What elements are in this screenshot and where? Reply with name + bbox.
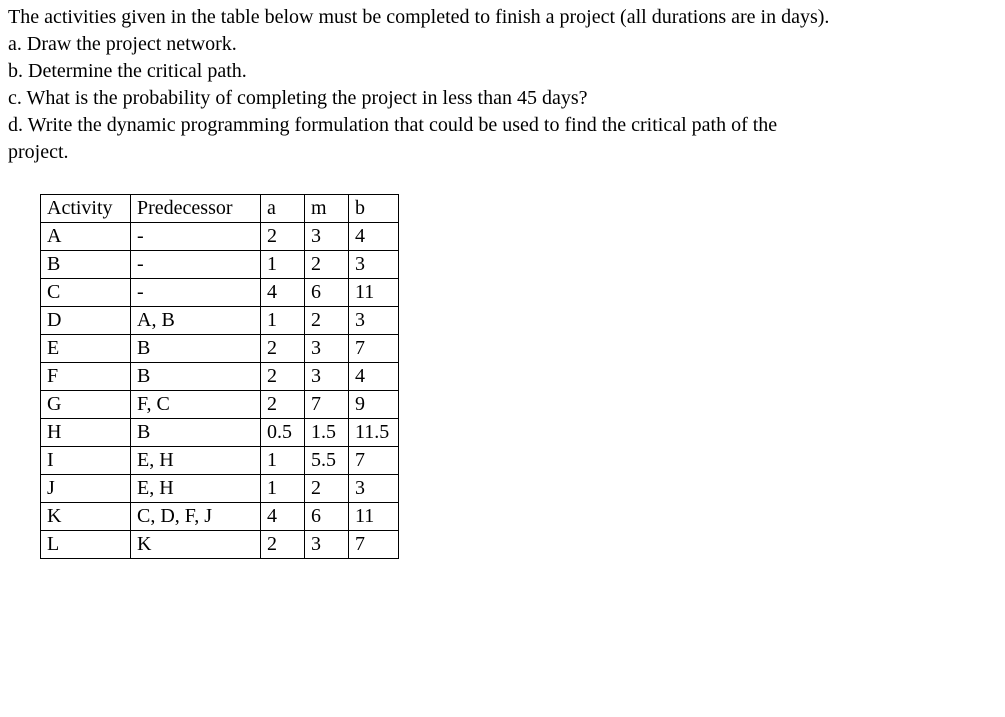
activities-table: Activity Predecessor a m b A - 2 3 4 B -… — [40, 194, 399, 559]
cell-activity: D — [41, 307, 131, 335]
cell-m: 1.5 — [305, 419, 349, 447]
cell-a: 1 — [261, 475, 305, 503]
cell-b: 7 — [349, 447, 399, 475]
cell-activity: J — [41, 475, 131, 503]
cell-predecessor: B — [131, 363, 261, 391]
table-row: D A, B 1 2 3 — [41, 307, 399, 335]
intro-line: b. Determine the critical path. — [8, 58, 997, 85]
problem-statement: The activities given in the table below … — [8, 4, 997, 166]
cell-predecessor: K — [131, 531, 261, 559]
cell-predecessor: - — [131, 251, 261, 279]
intro-line: d. Write the dynamic programming formula… — [8, 112, 997, 139]
cell-a: 2 — [261, 223, 305, 251]
cell-predecessor: B — [131, 335, 261, 363]
cell-a: 2 — [261, 335, 305, 363]
cell-b: 11 — [349, 503, 399, 531]
cell-activity: L — [41, 531, 131, 559]
cell-predecessor: B — [131, 419, 261, 447]
cell-b: 11.5 — [349, 419, 399, 447]
cell-b: 3 — [349, 475, 399, 503]
cell-b: 4 — [349, 363, 399, 391]
cell-m: 6 — [305, 279, 349, 307]
table-row: E B 2 3 7 — [41, 335, 399, 363]
cell-a: 2 — [261, 363, 305, 391]
intro-line: The activities given in the table below … — [8, 4, 997, 31]
cell-predecessor: E, H — [131, 475, 261, 503]
cell-b: 3 — [349, 251, 399, 279]
cell-activity: C — [41, 279, 131, 307]
cell-m: 3 — [305, 223, 349, 251]
cell-b: 9 — [349, 391, 399, 419]
cell-a: 1 — [261, 447, 305, 475]
cell-activity: G — [41, 391, 131, 419]
cell-m: 2 — [305, 475, 349, 503]
cell-activity: K — [41, 503, 131, 531]
intro-line: project. — [8, 139, 997, 166]
cell-activity: B — [41, 251, 131, 279]
cell-a: 4 — [261, 503, 305, 531]
cell-a: 1 — [261, 307, 305, 335]
cell-b: 7 — [349, 335, 399, 363]
cell-predecessor: E, H — [131, 447, 261, 475]
cell-predecessor: - — [131, 223, 261, 251]
cell-activity: F — [41, 363, 131, 391]
header-predecessor: Predecessor — [131, 195, 261, 223]
cell-m: 6 — [305, 503, 349, 531]
cell-m: 2 — [305, 251, 349, 279]
cell-predecessor: A, B — [131, 307, 261, 335]
header-activity: Activity — [41, 195, 131, 223]
cell-b: 3 — [349, 307, 399, 335]
cell-m: 5.5 — [305, 447, 349, 475]
cell-a: 0.5 — [261, 419, 305, 447]
table-row: J E, H 1 2 3 — [41, 475, 399, 503]
table-header-row: Activity Predecessor a m b — [41, 195, 399, 223]
cell-b: 7 — [349, 531, 399, 559]
cell-predecessor: C, D, F, J — [131, 503, 261, 531]
cell-activity: H — [41, 419, 131, 447]
cell-predecessor: F, C — [131, 391, 261, 419]
cell-activity: E — [41, 335, 131, 363]
cell-activity: I — [41, 447, 131, 475]
cell-predecessor: - — [131, 279, 261, 307]
cell-activity: A — [41, 223, 131, 251]
cell-m: 3 — [305, 363, 349, 391]
header-m: m — [305, 195, 349, 223]
table-row: F B 2 3 4 — [41, 363, 399, 391]
intro-line: a. Draw the project network. — [8, 31, 997, 58]
table-row: B - 1 2 3 — [41, 251, 399, 279]
intro-line: c. What is the probability of completing… — [8, 85, 997, 112]
table-row: K C, D, F, J 4 6 11 — [41, 503, 399, 531]
header-b: b — [349, 195, 399, 223]
header-a: a — [261, 195, 305, 223]
cell-m: 7 — [305, 391, 349, 419]
cell-m: 3 — [305, 531, 349, 559]
table-row: H B 0.5 1.5 11.5 — [41, 419, 399, 447]
cell-m: 3 — [305, 335, 349, 363]
cell-m: 2 — [305, 307, 349, 335]
table-row: L K 2 3 7 — [41, 531, 399, 559]
table-row: I E, H 1 5.5 7 — [41, 447, 399, 475]
table-row: C - 4 6 11 — [41, 279, 399, 307]
cell-b: 4 — [349, 223, 399, 251]
table-row: G F, C 2 7 9 — [41, 391, 399, 419]
cell-b: 11 — [349, 279, 399, 307]
cell-a: 1 — [261, 251, 305, 279]
cell-a: 4 — [261, 279, 305, 307]
cell-a: 2 — [261, 531, 305, 559]
cell-a: 2 — [261, 391, 305, 419]
table-row: A - 2 3 4 — [41, 223, 399, 251]
